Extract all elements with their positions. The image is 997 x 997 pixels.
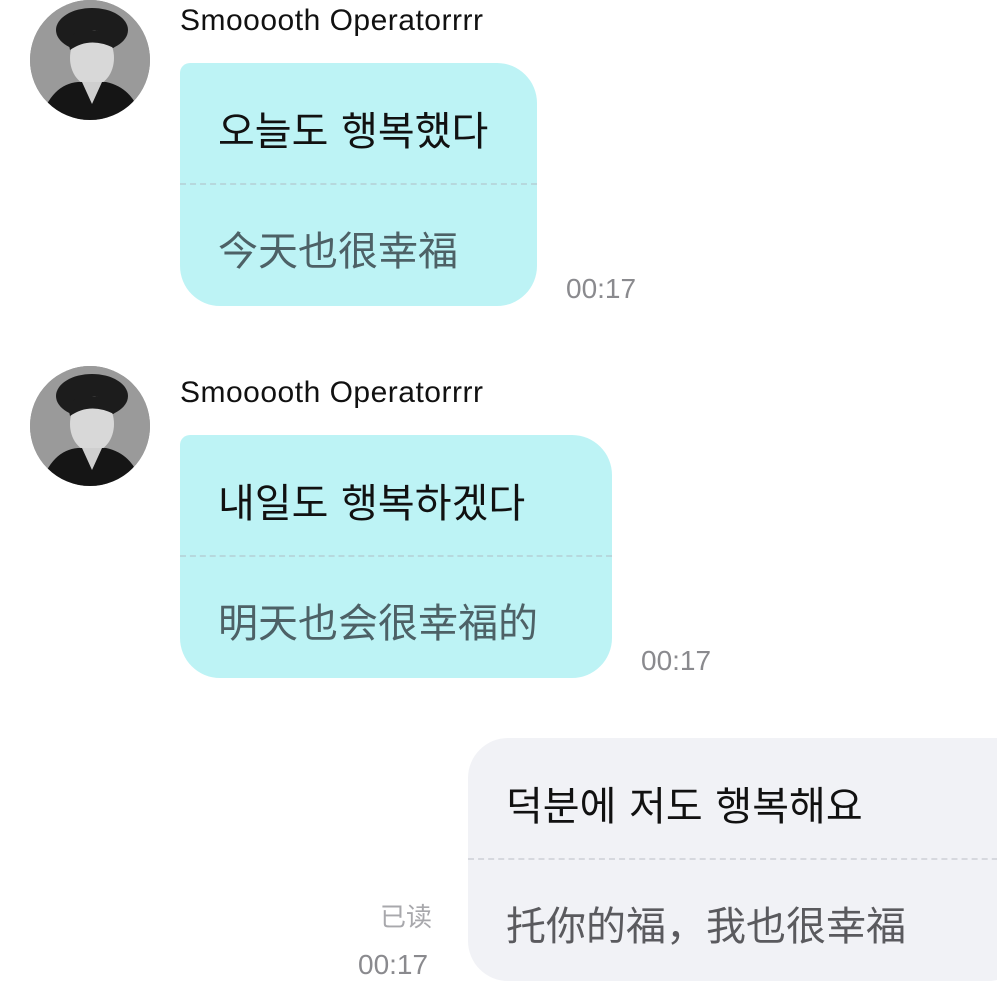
message-translation-text: 明天也会很幸福的 (218, 601, 538, 647)
message-original-text: 오늘도 행복했다 (218, 109, 489, 155)
avatar-portrait-icon (30, 0, 150, 120)
message-translation-text: 今天也很幸福 (218, 229, 458, 275)
read-status: 已读 (380, 903, 433, 933)
translation-divider (180, 183, 537, 185)
sender-name: Smooooth Operatorrrr (180, 4, 484, 37)
message-bubble-outgoing[interactable]: 덕분에 저도 행복해요 托你的福，我也很幸福 (468, 738, 997, 981)
message-original-text: 내일도 행복하겠다 (218, 481, 526, 527)
sender-avatar[interactable] (30, 0, 150, 120)
message-translation-text: 托你的福，我也很幸福 (506, 904, 906, 950)
sender-avatar[interactable] (30, 366, 150, 486)
avatar-portrait-icon (30, 366, 150, 486)
message-time: 00:17 (566, 273, 637, 304)
translation-divider (180, 555, 612, 557)
message-bubble[interactable]: 내일도 행복하겠다 明天也会很幸福的 (180, 435, 612, 678)
message-original-text: 덕분에 저도 행복해요 (506, 784, 863, 830)
message-time: 00:17 (641, 645, 712, 676)
chat-view: Smooooth Operatorrrr 오늘도 행복했다 今天也很幸福 00:… (0, 0, 997, 997)
translation-divider (468, 858, 997, 860)
message-bubble[interactable]: 오늘도 행복했다 今天也很幸福 (180, 63, 537, 306)
message-time: 00:17 (358, 949, 429, 980)
sender-name: Smooooth Operatorrrr (180, 376, 484, 409)
